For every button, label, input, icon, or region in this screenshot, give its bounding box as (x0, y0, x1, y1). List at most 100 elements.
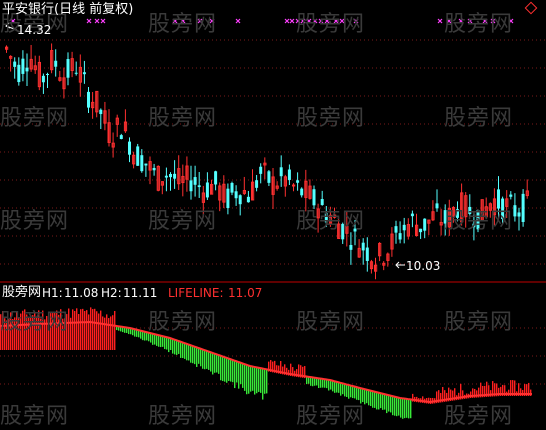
indicator-bar (104, 317, 106, 350)
indicator-bar (250, 366, 252, 392)
candle-body (99, 109, 103, 115)
indicator-bar (256, 367, 258, 394)
candle-body (521, 193, 525, 222)
indicator-bar (88, 314, 90, 350)
indicator-bar (262, 368, 264, 400)
candle-body (87, 91, 90, 108)
candle-body (419, 228, 423, 233)
indicator-bar (92, 309, 94, 350)
indicator-bar (200, 348, 202, 367)
indicator-bar (74, 310, 76, 350)
indicator-bar (394, 396, 396, 416)
indicator-bar (184, 342, 186, 359)
indicator-bar (238, 361, 240, 389)
candle-body (230, 182, 234, 193)
candle-body (279, 167, 283, 177)
indicator-bar (182, 342, 184, 359)
lifeline-value: 11.07 (228, 286, 263, 300)
candle-body (394, 226, 398, 233)
indicator-bar (398, 397, 400, 416)
watermark: 股旁网 (296, 106, 366, 131)
watermark: 股旁网 (148, 310, 218, 335)
indicator-bar (322, 378, 324, 388)
indicator-bar (312, 377, 314, 387)
indicator-bar (194, 346, 196, 365)
candle-body (349, 244, 353, 250)
lifeline-label: LIFELINE: (168, 286, 224, 300)
indicator-bar (368, 390, 370, 406)
watermark: 股旁网 (296, 209, 366, 234)
candle-body (423, 218, 427, 231)
watermark: 股旁网 (0, 209, 70, 234)
indicator-bar (98, 313, 100, 350)
indicator-bar (366, 389, 368, 404)
indicator-bar (380, 393, 382, 409)
watermark: 股旁网 (444, 310, 514, 335)
indicator-bar (266, 369, 268, 394)
indicator-bar (508, 389, 510, 396)
signal-marker (94, 18, 100, 24)
indicator-bar (388, 395, 390, 412)
indicator-bar (160, 335, 162, 348)
indicator-bar (108, 318, 110, 350)
indicator-bar (530, 389, 532, 396)
signal-marker (100, 18, 106, 24)
candle-body (509, 194, 513, 197)
indicator-bar (522, 389, 524, 396)
indicator-bar (342, 383, 344, 395)
indicator-bar (402, 398, 404, 419)
candle-body (205, 182, 209, 198)
indicator-bar (410, 399, 412, 419)
candle-body (21, 58, 25, 74)
indicator-bar (164, 336, 166, 350)
indicator-bar (324, 379, 326, 388)
indicator-bar (232, 359, 234, 383)
indicator-bar (186, 343, 188, 361)
low-arrow-icon (395, 261, 405, 269)
indicator-bar (246, 364, 248, 395)
indicator-bar (208, 351, 210, 370)
indicator-bar (378, 392, 380, 410)
indicator-bar (210, 352, 212, 372)
h2-value: 11.11 (123, 286, 158, 300)
signal-marker (437, 18, 443, 24)
indicator-bar (170, 338, 172, 351)
indicator-bar (80, 309, 82, 350)
indicator-bar (94, 308, 96, 350)
candle-body (46, 73, 49, 75)
indicator-bar (82, 308, 84, 350)
watermark: 股旁网 (0, 404, 70, 429)
indicator-bar (162, 336, 164, 347)
candle-body (197, 185, 201, 188)
h1-label: H1: (42, 286, 63, 300)
indicator-bar (334, 381, 336, 393)
indicator-bar (254, 366, 256, 395)
candle-body (136, 146, 140, 166)
candle-body (267, 171, 271, 183)
indicator-bar (338, 382, 340, 393)
indicator-bar (310, 377, 312, 386)
indicator-bar (406, 398, 408, 418)
indicator-bar (72, 309, 74, 350)
period-button[interactable] (524, 1, 538, 15)
candle-body (287, 169, 291, 180)
indicator-bar (96, 311, 98, 350)
indicator-bar (346, 384, 348, 397)
indicator-bar (392, 396, 394, 416)
indicator-bar (336, 381, 338, 393)
price-low-label: 10.03 (406, 259, 441, 273)
watermark: 股旁网 (148, 106, 218, 131)
indicator-bar (320, 378, 322, 388)
indicator-bar (102, 316, 104, 350)
candle-body (169, 173, 172, 178)
candle-body (513, 205, 517, 217)
indicator-bar (86, 310, 88, 350)
candle-body (173, 173, 177, 179)
price-high-label: 14.32 (17, 23, 52, 37)
indicator-bar (386, 394, 388, 414)
indicator-bar (330, 380, 332, 390)
indicator-bar (202, 349, 204, 369)
indicator-bar (374, 391, 376, 408)
h1-value: 11.08 (64, 286, 99, 300)
indicator-bar (408, 399, 410, 419)
